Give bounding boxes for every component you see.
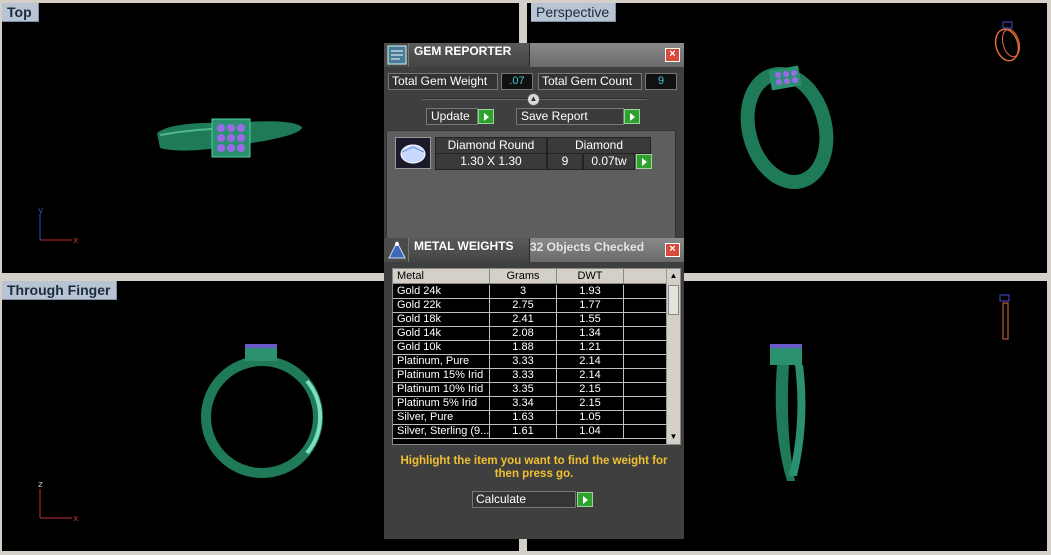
- gem-reporter-header[interactable]: GEM REPORTER ×: [384, 43, 684, 67]
- close-icon[interactable]: ×: [665, 48, 680, 62]
- gem-reporter-panel: GEM REPORTER × Total Gem Weight .07 Tota…: [384, 43, 684, 539]
- table-row[interactable]: Silver, Pure 1.63 1.05: [393, 411, 667, 425]
- cell-grams: 2.75: [490, 299, 557, 313]
- total-gem-weight-label: Total Gem Weight: [388, 73, 498, 90]
- gem-reporter-title: GEM REPORTER: [408, 43, 530, 67]
- metal-weights-header[interactable]: METAL WEIGHTS 32 Objects Checked ×: [384, 238, 684, 262]
- cell-grams: 1.63: [490, 411, 557, 425]
- cell-dwt: 1.21: [557, 341, 624, 355]
- table-row[interactable]: Gold 22k 2.75 1.77: [393, 299, 667, 313]
- total-gem-count-label: Total Gem Count: [538, 73, 642, 90]
- gem-weight: 0.07tw: [583, 153, 635, 170]
- table-row[interactable]: Gold 24k 3 1.93: [393, 285, 667, 299]
- cell-grams: 3.35: [490, 383, 557, 397]
- table-row[interactable]: Gold 10k 1.88 1.21: [393, 341, 667, 355]
- scroll-up-icon[interactable]: ▲: [667, 269, 680, 283]
- gem-go-icon[interactable]: [636, 154, 652, 169]
- objects-checked-label: 32 Objects Checked: [530, 240, 645, 254]
- metal-weights-table[interactable]: Metal Grams DWT Gold 24k 3 1.93 Gold 22k 2.7…: [392, 268, 681, 445]
- cell-dwt: 1.55: [557, 313, 624, 327]
- cell-empty: [624, 369, 667, 383]
- cell-metal: Gold 18k: [393, 313, 490, 327]
- column-header-dwt[interactable]: DWT: [557, 269, 624, 284]
- cell-metal: Gold 22k: [393, 299, 490, 313]
- cell-empty: [624, 411, 667, 425]
- cell-grams: 3.34: [490, 397, 557, 411]
- cell-dwt: 2.15: [557, 397, 624, 411]
- gem-shape[interactable]: Diamond Round: [435, 137, 547, 154]
- cell-empty: [624, 383, 667, 397]
- scale-icon: [388, 240, 406, 259]
- total-gem-count-value: 9: [645, 73, 677, 90]
- slider-knob-icon[interactable]: ▲: [527, 93, 540, 106]
- cell-empty: [624, 355, 667, 369]
- cell-metal: Platinum 15% Irid: [393, 369, 490, 383]
- cell-dwt: 1.93: [557, 285, 624, 299]
- cell-dwt: 1.77: [557, 299, 624, 313]
- save-report-button[interactable]: Save Report: [516, 108, 624, 125]
- cell-empty: [624, 397, 667, 411]
- cell-grams: 1.61: [490, 425, 557, 439]
- calculate-dropdown[interactable]: Calculate: [472, 491, 576, 508]
- cell-dwt: 1.34: [557, 327, 624, 341]
- column-header-metal[interactable]: Metal: [393, 269, 490, 284]
- table-row[interactable]: Platinum 10% Irid 3.35 2.15: [393, 383, 667, 397]
- scroll-down-icon[interactable]: ▼: [667, 430, 680, 444]
- cell-metal: Gold 14k: [393, 327, 490, 341]
- gem-size: 1.30 X 1.30: [435, 153, 547, 170]
- gem-reporter-title-fill: [530, 43, 684, 67]
- cell-empty: [624, 285, 667, 299]
- svg-text:x: x: [73, 514, 79, 524]
- column-header-empty: [624, 269, 667, 284]
- cell-metal: Gold 10k: [393, 341, 490, 355]
- cell-metal: Silver, Sterling (9...: [393, 425, 490, 439]
- close-icon[interactable]: ×: [665, 243, 680, 257]
- calculate-go-icon[interactable]: [577, 492, 593, 507]
- cell-empty: [624, 327, 667, 341]
- cell-grams: 3: [490, 285, 557, 299]
- table-row[interactable]: Platinum 5% Irid 3.34 2.15: [393, 397, 667, 411]
- cell-empty: [624, 425, 667, 439]
- cell-empty: [624, 313, 667, 327]
- svg-text:z: z: [38, 480, 43, 490]
- instruction-text: Highlight the item you want to find the …: [400, 455, 668, 480]
- table-row[interactable]: Platinum 15% Irid 3.33 2.14: [393, 369, 667, 383]
- gem-count: 9: [547, 153, 583, 170]
- cell-metal: Platinum 10% Irid: [393, 383, 490, 397]
- cell-dwt: 2.15: [557, 383, 624, 397]
- table-row[interactable]: Silver, Sterling (9... 1.61 1.04: [393, 425, 667, 439]
- table-row[interactable]: Gold 14k 2.08 1.34: [393, 327, 667, 341]
- svg-text:x: x: [73, 236, 79, 246]
- cell-grams: 1.88: [490, 341, 557, 355]
- svg-text:y: y: [38, 206, 44, 216]
- metal-weights-title: METAL WEIGHTS: [408, 238, 530, 262]
- column-header-grams[interactable]: Grams: [490, 269, 557, 284]
- diamond-round-icon: [395, 137, 431, 169]
- update-go-icon[interactable]: [478, 109, 494, 124]
- cell-empty: [624, 299, 667, 313]
- update-button[interactable]: Update: [426, 108, 478, 125]
- table-scrollbar[interactable]: ▲ ▼: [666, 269, 680, 444]
- save-report-go-icon[interactable]: [624, 109, 640, 124]
- scroll-thumb[interactable]: [668, 285, 679, 315]
- cell-empty: [624, 341, 667, 355]
- cell-grams: 3.33: [490, 369, 557, 383]
- cell-grams: 2.08: [490, 327, 557, 341]
- cell-metal: Gold 24k: [393, 285, 490, 299]
- gem-list: Diamond Round Diamond 1.30 X 1.30 9 0.07…: [386, 130, 676, 240]
- table-row[interactable]: Platinum, Pure 3.33 2.14: [393, 355, 667, 369]
- cell-dwt: 2.14: [557, 369, 624, 383]
- cell-metal: Silver, Pure: [393, 411, 490, 425]
- cell-dwt: 2.14: [557, 355, 624, 369]
- gem-material[interactable]: Diamond: [547, 137, 651, 154]
- cell-metal: Platinum, Pure: [393, 355, 490, 369]
- cell-dwt: 1.05: [557, 411, 624, 425]
- report-icon: [387, 45, 407, 65]
- cell-metal: Platinum 5% Irid: [393, 397, 490, 411]
- cell-grams: 3.33: [490, 355, 557, 369]
- table-row[interactable]: Gold 18k 2.41 1.55: [393, 313, 667, 327]
- total-gem-weight-value: .07: [501, 73, 533, 90]
- cell-dwt: 1.04: [557, 425, 624, 439]
- cell-grams: 2.41: [490, 313, 557, 327]
